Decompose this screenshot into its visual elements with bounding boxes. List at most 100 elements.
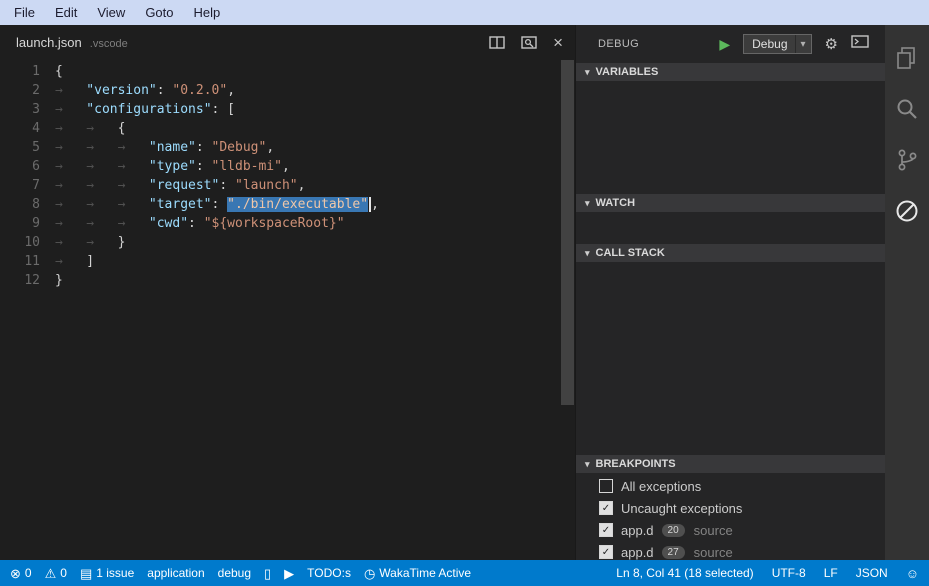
code-line[interactable]: 8→→→"target": "./bin/executable", — [0, 195, 575, 214]
issues-icon: ▤ — [80, 567, 92, 580]
encoding[interactable]: UTF-8 — [772, 566, 806, 580]
breakpoint-checkbox[interactable]: ✓ — [599, 501, 613, 515]
code-token: : — [212, 197, 228, 212]
eol-sequence[interactable]: LF — [824, 566, 838, 580]
code-token: { — [118, 121, 126, 136]
line-number[interactable]: 4 — [0, 119, 55, 138]
line-number[interactable]: 10 — [0, 233, 55, 252]
cursor-position[interactable]: Ln 8, Col 41 (18 selected) — [616, 566, 753, 580]
code-line[interactable]: 6→→→"type": "lldb-mi", — [0, 157, 575, 176]
menu-item-help[interactable]: Help — [184, 1, 231, 24]
search-icon[interactable] — [885, 83, 929, 134]
configure-gear-icon[interactable]: ⚙ — [825, 37, 838, 52]
code-line[interactable]: 7→→→"request": "launch", — [0, 176, 575, 195]
section-variables[interactable]: ▾ VARIABLES — [576, 63, 885, 81]
code-token: "type" — [149, 159, 196, 174]
menu-item-edit[interactable]: Edit — [45, 1, 87, 24]
menu-item-view[interactable]: View — [87, 1, 135, 24]
breakpoint-row[interactable]: ✓Uncaught exceptions — [576, 497, 885, 519]
whitespace-arrow: → — [55, 252, 86, 271]
start-debug-button[interactable]: ▶ — [719, 37, 730, 51]
code-token: "configurations" — [86, 102, 211, 117]
line-number[interactable]: 1 — [0, 62, 55, 81]
whitespace-arrow: → — [86, 138, 117, 157]
whitespace-arrow: → — [55, 233, 86, 252]
editor-scrollbar[interactable] — [561, 60, 574, 405]
git-icon[interactable] — [885, 134, 929, 185]
line-number[interactable]: 2 — [0, 81, 55, 100]
language-mode[interactable]: JSON — [856, 566, 888, 580]
line-number[interactable]: 5 — [0, 138, 55, 157]
code-token: : — [188, 216, 204, 231]
explorer-icon[interactable] — [885, 32, 929, 83]
debug-config-value: Debug — [752, 37, 787, 51]
debug-panel: DEBUG ▶ Debug ▾ ⚙ ▾ VARIABLES — [575, 25, 885, 560]
file-indicator[interactable]: ▯ — [264, 567, 271, 580]
warning-indicator[interactable]: ⚠0 — [45, 566, 67, 580]
feedback[interactable]: ☺ — [906, 567, 919, 580]
code-line[interactable]: 3→"configurations": [ — [0, 100, 575, 119]
code-line[interactable]: 4→→{ — [0, 119, 575, 138]
debug-config-dropdown[interactable]: Debug ▾ — [743, 34, 811, 54]
code-token: "request" — [149, 178, 219, 193]
todo-indicator[interactable]: TODO:s — [307, 566, 351, 580]
menu-item-file[interactable]: File — [4, 1, 45, 24]
line-number[interactable]: 9 — [0, 214, 55, 233]
breakpoint-checkbox[interactable] — [599, 479, 613, 493]
breakpoint-checkbox[interactable]: ✓ — [599, 545, 613, 559]
close-icon[interactable]: × — [553, 34, 563, 51]
play-icon: ▶ — [284, 567, 294, 580]
section-watch[interactable]: ▾ WATCH — [576, 194, 885, 212]
debug-console-icon[interactable] — [851, 35, 869, 53]
menu-item-goto[interactable]: Goto — [135, 1, 183, 24]
breakpoint-label: All exceptions — [621, 479, 701, 494]
activity-bar — [885, 25, 929, 560]
line-number[interactable]: 11 — [0, 252, 55, 271]
whitespace-arrow: → — [55, 81, 86, 100]
code-token: "version" — [86, 83, 156, 98]
split-editor-icon[interactable] — [489, 36, 505, 49]
tab-title[interactable]: launch.json — [16, 35, 82, 50]
breakpoint-row[interactable]: ✓app.d20source — [576, 519, 885, 541]
breakpoint-row[interactable]: ✓app.d27source — [576, 541, 885, 560]
error-indicator[interactable]: ⊗0 — [10, 566, 32, 580]
breakpoint-checkbox[interactable]: ✓ — [599, 523, 613, 537]
watch-body — [576, 212, 885, 244]
main-region: launch.json .vscode × 1{2→"version": "0.… — [0, 25, 929, 560]
code-line[interactable]: 9→→→"cwd": "${workspaceRoot}" — [0, 214, 575, 233]
code-line[interactable]: 2→"version": "0.2.0", — [0, 81, 575, 100]
chevron-icon: ▾ — [585, 459, 590, 470]
debug-icon[interactable] — [885, 185, 929, 236]
issues-indicator[interactable]: ▤ 1 issue — [80, 566, 134, 580]
code-token: } — [118, 235, 126, 250]
code-line[interactable]: 11→] — [0, 252, 575, 271]
breakpoint-row[interactable]: All exceptions — [576, 475, 885, 497]
wakatime-indicator[interactable]: ◷WakaTime Active — [364, 566, 471, 580]
line-number[interactable]: 7 — [0, 176, 55, 195]
status-bar-right: Ln 8, Col 41 (18 selected) UTF-8 LF JSON ☺ — [616, 566, 919, 580]
code-line[interactable]: 10→→} — [0, 233, 575, 252]
status-application[interactable]: application — [147, 566, 204, 580]
code-area[interactable]: 1{2→"version": "0.2.0",3→"configurations… — [0, 60, 575, 560]
code-line[interactable]: 12} — [0, 271, 575, 290]
line-number[interactable]: 3 — [0, 100, 55, 119]
status-text: 1 issue — [96, 566, 134, 580]
selected-text: "./bin/executable" — [227, 197, 368, 212]
section-breakpoints[interactable]: ▾ BREAKPOINTS — [576, 455, 885, 473]
editor: launch.json .vscode × 1{2→"version": "0.… — [0, 25, 575, 560]
line-number[interactable]: 8 — [0, 195, 55, 214]
section-call-stack[interactable]: ▾ CALL STACK — [576, 244, 885, 262]
open-preview-icon[interactable] — [521, 36, 537, 49]
line-number[interactable]: 12 — [0, 271, 55, 290]
chevron-icon: ▾ — [585, 248, 590, 259]
code-token: } — [55, 273, 63, 288]
line-number[interactable]: 6 — [0, 157, 55, 176]
status-text: JSON — [856, 566, 888, 580]
code-token: , — [266, 140, 274, 155]
status-debug[interactable]: debug — [218, 566, 251, 580]
code-line[interactable]: 5→→→"name": "Debug", — [0, 138, 575, 157]
code-line[interactable]: 1{ — [0, 62, 575, 81]
code-token: , — [371, 197, 379, 212]
code-token: "name" — [149, 140, 196, 155]
run-indicator[interactable]: ▶ — [284, 567, 294, 580]
